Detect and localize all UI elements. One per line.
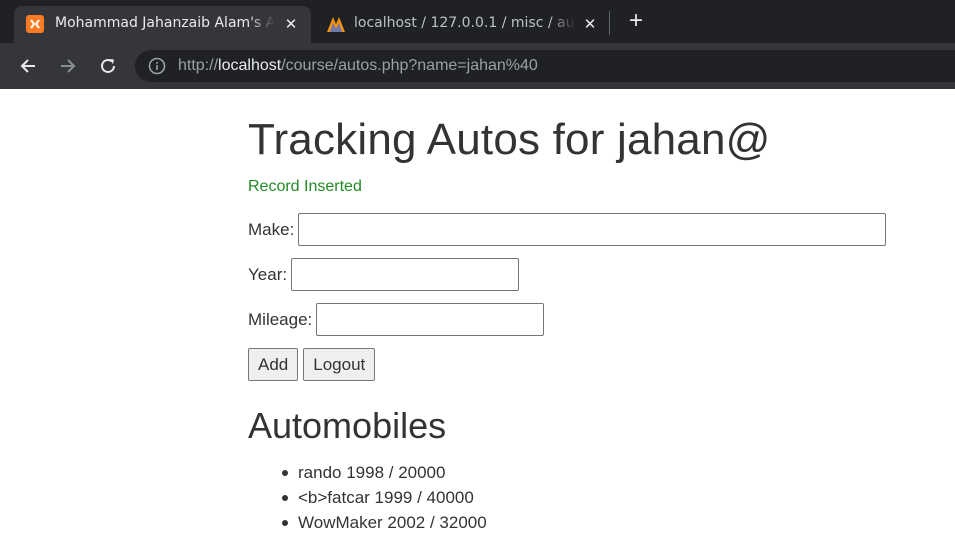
browser-toolbar: http://localhost/course/autos.php?name=j… xyxy=(0,43,955,89)
tab-title: Mohammad Jahanzaib Alam's Autos xyxy=(55,15,275,31)
close-tab-icon[interactable]: ✕ xyxy=(283,16,299,32)
page-title: Tracking Autos for jahan@ xyxy=(248,115,771,164)
phpmyadmin-icon xyxy=(325,15,345,33)
year-label: Year: xyxy=(248,264,288,284)
tab-divider xyxy=(609,11,610,35)
flash-message: Record Inserted xyxy=(248,178,362,195)
address-bar[interactable]: http://localhost/course/autos.php?name=j… xyxy=(135,50,955,82)
list-item: rando 1998 / 20000 xyxy=(248,460,487,485)
reload-button[interactable] xyxy=(95,53,121,79)
forward-button[interactable] xyxy=(55,53,81,79)
automobiles-list: rando 1998 / 20000 <b>fatcar 1999 / 4000… xyxy=(248,460,487,535)
reload-icon xyxy=(101,58,115,73)
url-path: /course/autos.php?name=jahan%40 xyxy=(281,57,538,74)
tab-autos[interactable]: Mohammad Jahanzaib Alam's Autos ✕ xyxy=(14,6,311,43)
back-button[interactable] xyxy=(15,53,41,79)
list-item: WowMaker 2002 / 32000 xyxy=(248,510,487,535)
url-text: http://localhost/course/autos.php?name=j… xyxy=(178,57,538,75)
tab-phpmyadmin[interactable]: localhost / 127.0.0.1 / misc / autos ✕ xyxy=(319,6,606,43)
year-input[interactable] xyxy=(291,258,520,291)
form-buttons: Add Logout xyxy=(248,348,376,381)
automobiles-heading: Automobiles xyxy=(248,405,447,446)
make-input[interactable] xyxy=(298,213,887,246)
tab-strip: Mohammad Jahanzaib Alam's Autos ✕ localh… xyxy=(0,0,955,43)
mileage-label: Mileage: xyxy=(248,309,313,329)
make-label: Make: xyxy=(248,219,295,239)
back-arrow-icon xyxy=(20,59,35,73)
info-icon[interactable] xyxy=(148,57,166,75)
new-tab-icon[interactable]: + xyxy=(624,8,648,34)
mileage-input[interactable] xyxy=(316,303,545,336)
url-scheme: http:// xyxy=(178,57,219,74)
forward-arrow-icon xyxy=(61,59,76,73)
list-item: <b>fatcar 1999 / 40000 xyxy=(248,485,487,510)
xampp-icon xyxy=(26,15,44,33)
year-row: Year: xyxy=(248,258,520,291)
close-tab-icon[interactable]: ✕ xyxy=(582,16,598,32)
mileage-row: Mileage: xyxy=(248,303,545,336)
add-button[interactable]: Add xyxy=(248,348,299,381)
url-host: localhost xyxy=(218,57,282,74)
logout-button[interactable]: Logout xyxy=(303,348,376,381)
make-row: Make: xyxy=(248,213,887,246)
tab-title: localhost / 127.0.0.1 / misc / autos xyxy=(354,15,576,31)
